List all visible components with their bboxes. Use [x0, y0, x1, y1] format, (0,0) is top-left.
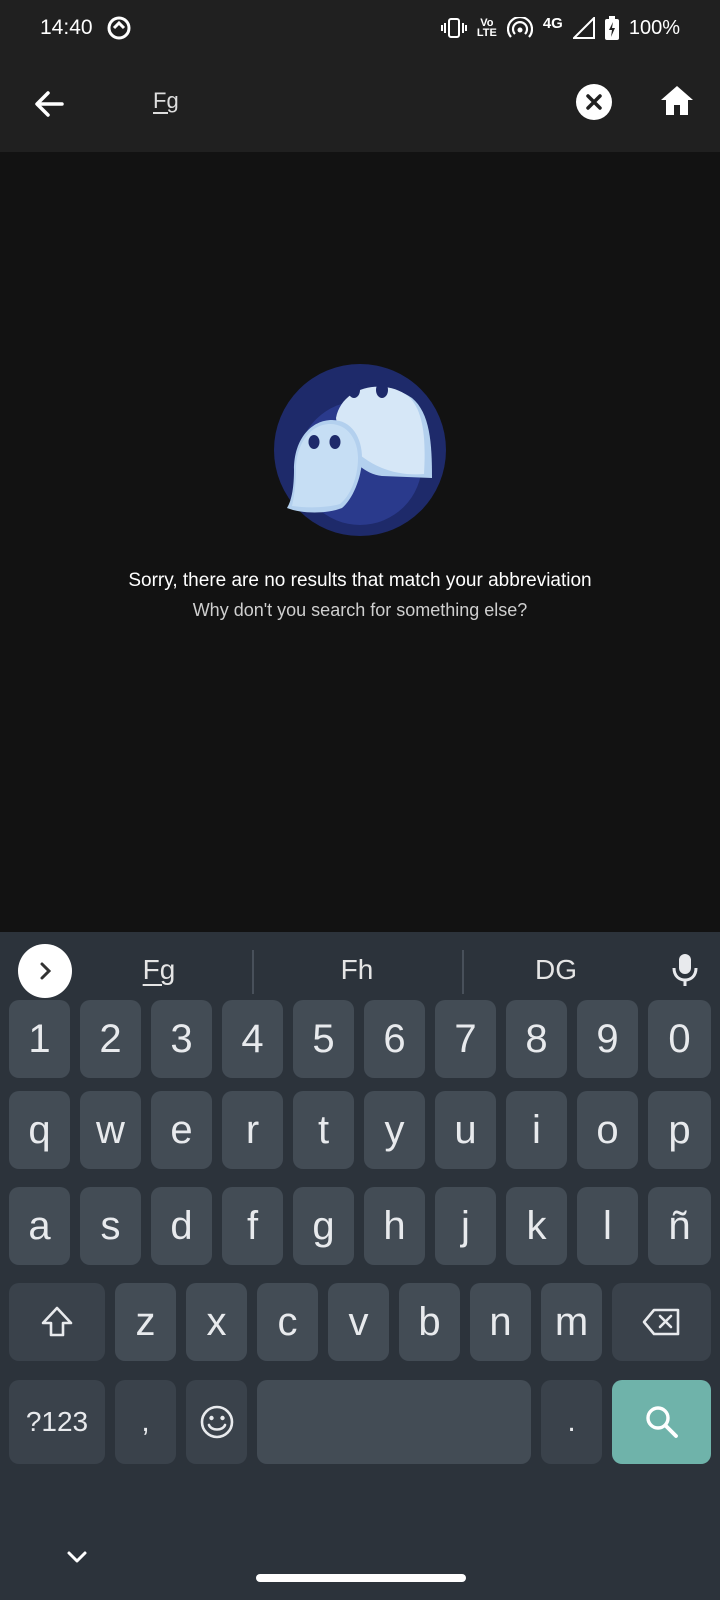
key-n-tilde[interactable]: ñ — [648, 1187, 711, 1265]
empty-state-title: Sorry, there are no results that match y… — [128, 570, 592, 591]
key-7[interactable]: 7 — [435, 1000, 496, 1078]
chevron-down-icon — [67, 1551, 87, 1563]
home-button[interactable] — [658, 82, 696, 120]
vibrate-icon — [440, 18, 467, 38]
key-3[interactable]: 3 — [151, 1000, 212, 1078]
ghosts-illustration — [272, 358, 452, 538]
backspace-key[interactable] — [612, 1283, 711, 1361]
search-app-bar: Fg — [0, 56, 720, 152]
key-y[interactable]: y — [364, 1091, 425, 1169]
emoji-key[interactable] — [186, 1380, 247, 1464]
search-key[interactable] — [612, 1380, 711, 1464]
status-bar: 14:40 Vo LTE 4G 100% — [0, 0, 720, 56]
signal-icon — [572, 17, 595, 39]
navigation-bar — [0, 1516, 720, 1600]
key-0[interactable]: 0 — [648, 1000, 711, 1078]
key-d[interactable]: d — [151, 1187, 212, 1265]
key-e[interactable]: e — [151, 1091, 212, 1169]
key-j[interactable]: j — [435, 1187, 496, 1265]
home-gesture-pill[interactable] — [256, 1574, 466, 1582]
key-r[interactable]: r — [222, 1091, 283, 1169]
hide-keyboard-button[interactable] — [64, 1544, 90, 1570]
close-icon — [586, 94, 602, 110]
key-c[interactable]: c — [257, 1283, 318, 1361]
volte-bottom-label: LTE — [476, 27, 497, 39]
empty-state-subtitle: Why don't you search for something else? — [192, 600, 528, 620]
shift-key[interactable] — [9, 1283, 105, 1361]
key-b[interactable]: b — [399, 1283, 460, 1361]
key-v[interactable]: v — [328, 1283, 389, 1361]
key-x[interactable]: x — [186, 1283, 247, 1361]
key-1[interactable]: 1 — [9, 1000, 70, 1078]
space-key[interactable] — [257, 1380, 531, 1464]
search-icon — [645, 1406, 678, 1438]
status-time: 14:40 — [40, 16, 93, 39]
battery-charging-icon — [604, 16, 619, 40]
key-g[interactable]: g — [293, 1187, 354, 1265]
key-6[interactable]: 6 — [364, 1000, 425, 1078]
expand-toolbar-button[interactable] — [18, 944, 72, 998]
shift-icon — [41, 1306, 73, 1337]
key-k[interactable]: k — [506, 1187, 567, 1265]
notification-app-icon — [107, 16, 131, 40]
suggestion-strip: Fg Fh DG — [0, 932, 720, 1006]
volte-icon: Vo LTE — [476, 18, 497, 39]
network-type: 4G — [542, 14, 563, 32]
clear-search-button[interactable] — [576, 84, 612, 120]
suggestion-3[interactable]: DG — [481, 954, 631, 986]
key-t[interactable]: t — [293, 1091, 354, 1169]
suggestion-2[interactable]: Fh — [282, 954, 432, 986]
key-4[interactable]: 4 — [222, 1000, 283, 1078]
emoji-icon — [200, 1405, 233, 1439]
symbols-key[interactable]: ?123 — [9, 1380, 105, 1464]
suggestion-divider — [462, 950, 464, 994]
search-input[interactable]: Fg — [153, 88, 179, 114]
home-icon — [661, 86, 693, 115]
key-5[interactable]: 5 — [293, 1000, 354, 1078]
comma-key[interactable]: , — [115, 1380, 176, 1464]
key-h[interactable]: h — [364, 1187, 425, 1265]
voice-input-button[interactable] — [670, 952, 700, 988]
key-s[interactable]: s — [80, 1187, 141, 1265]
key-2[interactable]: 2 — [80, 1000, 141, 1078]
chevron-right-icon — [40, 962, 52, 980]
key-o[interactable]: o — [577, 1091, 638, 1169]
microphone-icon — [672, 954, 698, 986]
key-q[interactable]: q — [9, 1091, 70, 1169]
back-arrow-icon — [35, 91, 64, 117]
key-n[interactable]: n — [470, 1283, 531, 1361]
key-w[interactable]: w — [80, 1091, 141, 1169]
hotspot-icon — [506, 17, 533, 39]
key-8[interactable]: 8 — [506, 1000, 567, 1078]
backspace-icon — [642, 1308, 679, 1336]
suggestion-divider — [252, 950, 254, 994]
key-i[interactable]: i — [506, 1091, 567, 1169]
status-right: Vo LTE 4G 100% — [440, 14, 680, 40]
key-m[interactable]: m — [541, 1283, 602, 1361]
key-9[interactable]: 9 — [577, 1000, 638, 1078]
key-a[interactable]: a — [9, 1187, 70, 1265]
suggestion-1[interactable]: Fg — [84, 954, 234, 986]
key-f[interactable]: f — [222, 1187, 283, 1265]
battery-level: 100% — [628, 16, 680, 39]
period-key[interactable]: . — [541, 1380, 602, 1464]
key-l[interactable]: l — [577, 1187, 638, 1265]
on-screen-keyboard: Fg Fh DG 1 2 3 4 5 6 7 8 9 0 q w e r t y… — [0, 932, 720, 1516]
back-button[interactable] — [28, 82, 72, 126]
status-left: 14:40 — [40, 16, 131, 40]
key-p[interactable]: p — [648, 1091, 711, 1169]
key-z[interactable]: z — [115, 1283, 176, 1361]
key-u[interactable]: u — [435, 1091, 496, 1169]
